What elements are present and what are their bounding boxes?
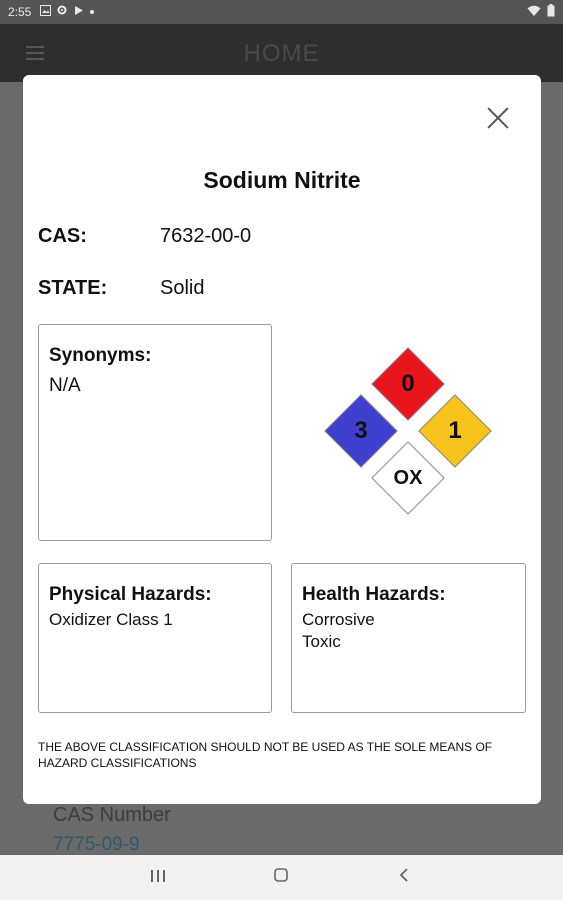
- cas-number-value: 7775-09-9: [53, 834, 140, 855]
- dot-icon: [89, 5, 95, 19]
- cas-number-label: CAS Number: [53, 804, 171, 826]
- state-label: STATE:: [38, 277, 108, 299]
- state-value: Solid: [160, 277, 205, 299]
- nfpa-flammability-value: 0: [401, 370, 415, 397]
- recents-button[interactable]: [146, 867, 170, 887]
- close-button[interactable]: [483, 103, 513, 133]
- physical-hazards-title: Physical Hazards:: [49, 584, 212, 605]
- nfpa-diamond: 0 3 1 OX: [323, 347, 495, 519]
- status-bar: 2:55: [0, 0, 563, 24]
- nfpa-special-value: OX: [393, 466, 423, 489]
- status-icons: [40, 4, 95, 20]
- settings-icon: [56, 4, 68, 20]
- cas-label: CAS:: [38, 225, 87, 247]
- image-icon: [40, 4, 51, 20]
- chemical-name: Sodium Nitrite: [203, 167, 361, 193]
- back-icon: [399, 868, 408, 882]
- play-icon: [73, 5, 84, 20]
- health-hazard-item: Corrosive: [302, 610, 375, 629]
- status-time: 2:55: [8, 5, 32, 19]
- app-title: HOME: [243, 40, 320, 67]
- back-button[interactable]: [392, 867, 416, 887]
- home-button[interactable]: [269, 867, 293, 887]
- system-nav-bar: [0, 855, 563, 900]
- physical-hazards-box: Physical Hazards: Oxidizer Class 1: [38, 563, 272, 713]
- wifi-icon: [527, 5, 541, 21]
- home-icon: [274, 868, 288, 882]
- disclaimer-text: THE ABOVE CLASSIFICATION SHOULD NOT BE U…: [38, 740, 493, 770]
- nfpa-health-value: 3: [354, 417, 368, 444]
- battery-icon: [547, 4, 555, 21]
- synonyms-box: Synonyms: N/A: [38, 324, 272, 541]
- cas-value: 7632-00-0: [160, 225, 252, 247]
- health-hazards-box: Health Hazards: Corrosive Toxic: [291, 563, 526, 713]
- synonyms-value: N/A: [49, 375, 81, 396]
- chemical-detail-dialog: Sodium Nitrite CAS: 7632-00-0 STATE: Sol…: [23, 75, 541, 804]
- health-hazard-item: Toxic: [302, 632, 341, 651]
- app-bar: HOME: [0, 24, 563, 82]
- nfpa-instability-value: 1: [448, 417, 462, 444]
- health-hazards-title: Health Hazards:: [302, 584, 446, 605]
- status-right: [527, 4, 555, 21]
- recents-icon: [151, 870, 165, 882]
- synonyms-title: Synonyms:: [49, 345, 152, 366]
- physical-hazard-item: Oxidizer Class 1: [49, 610, 173, 629]
